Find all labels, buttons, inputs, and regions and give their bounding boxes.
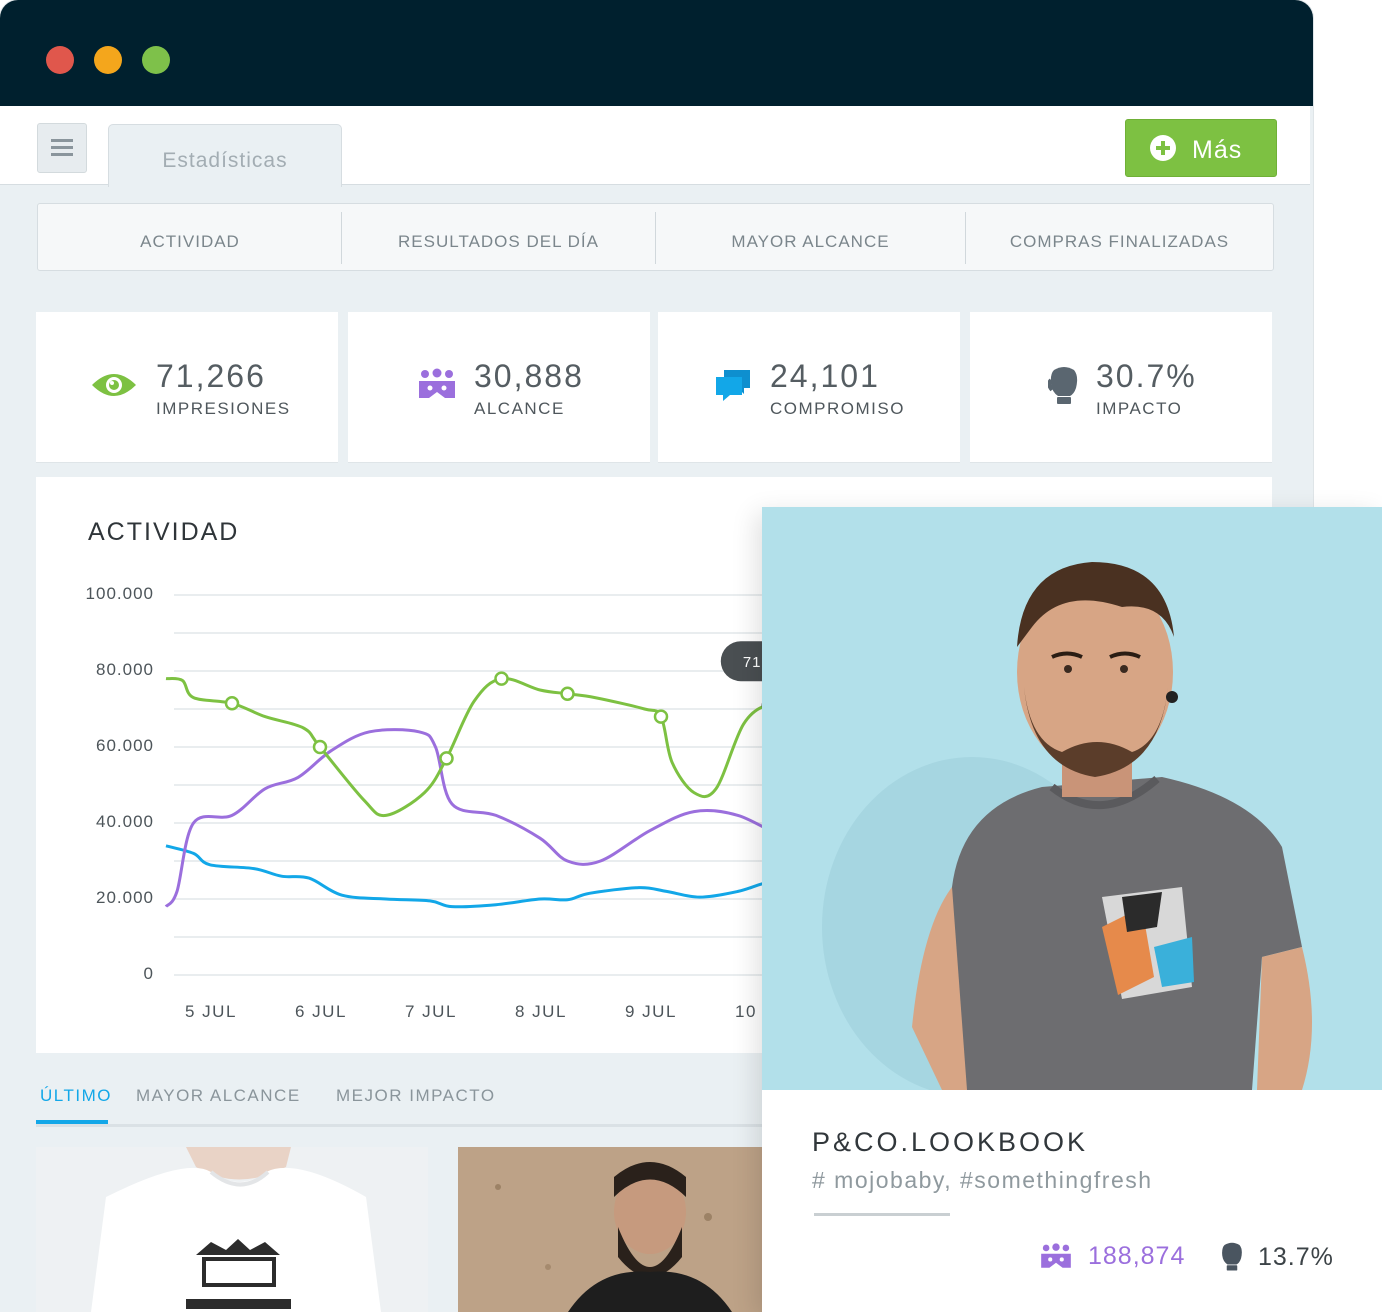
model-photo <box>762 507 1382 1090</box>
data-point-marker[interactable] <box>224 696 240 711</box>
tab-mejor-impacto[interactable]: MEJOR IMPACTO <box>336 1086 496 1106</box>
post-impact-value: 13.7% <box>1258 1243 1334 1271</box>
data-point-marker[interactable] <box>494 671 509 686</box>
post-photo <box>762 507 1382 1090</box>
post-title: P&CO.LOOKBOOK <box>812 1127 1089 1157</box>
divider <box>814 1213 950 1216</box>
post-detail-card[interactable]: P&CO.LOOKBOOK # mojobaby, #somethingfres… <box>762 507 1382 1312</box>
post-thumbnail[interactable] <box>36 1147 428 1312</box>
people-icon <box>1041 1243 1071 1268</box>
content-tabs: ÚLTIMO MAYOR ALCANCE MEJOR IMPACTO <box>36 1084 766 1127</box>
tab-mayor-alcance[interactable]: MAYOR ALCANCE <box>136 1086 301 1106</box>
active-tab-indicator <box>36 1120 108 1124</box>
data-point-marker[interactable] <box>312 739 328 755</box>
post-hashtags: # mojobaby, #somethingfresh <box>812 1167 1153 1193</box>
data-point-marker[interactable] <box>439 751 454 766</box>
post-reach-value: 188,874 <box>1088 1242 1186 1270</box>
boxing-glove-icon <box>1222 1242 1242 1271</box>
tab-ultimo[interactable]: ÚLTIMO <box>40 1086 112 1106</box>
post-photo-bearded-man <box>458 1147 762 1312</box>
data-point-marker[interactable] <box>653 709 669 724</box>
post-thumbnail[interactable] <box>458 1147 762 1312</box>
data-point-marker[interactable] <box>560 686 575 702</box>
post-photo-tshirt <box>91 1147 381 1312</box>
